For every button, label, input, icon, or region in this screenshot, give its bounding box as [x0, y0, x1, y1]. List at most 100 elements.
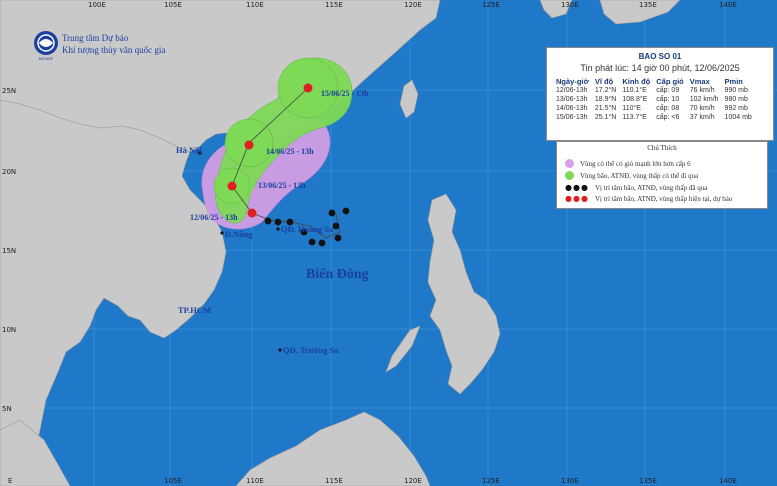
label-sea: Biển Đông — [306, 267, 369, 282]
table-cell: 21.5°N — [594, 105, 617, 112]
lon-tick: 115E — [325, 477, 343, 485]
past-low-icon — [334, 234, 342, 242]
label-forecast-13: 13/06/25 - 13h — [258, 181, 306, 190]
lon-tick: 115E — [325, 1, 343, 9]
green-dot-icon — [565, 171, 574, 180]
past-low-icon — [342, 207, 350, 215]
corner-tick: E — [8, 477, 12, 485]
table-cell: 110°E — [622, 105, 641, 112]
table-cell: 17.2°N — [594, 87, 617, 94]
agency-logo: NCHMF — [33, 30, 59, 61]
table-cell: 13/06-13h — [556, 96, 588, 103]
col-header: Cấp gió — [656, 77, 684, 86]
label-hoangsa: QĐ. Hoàng Sa — [281, 224, 334, 234]
forecast-table: Ngày-giờ Vĩ độ Kinh độ Cấp gió Vmax Pmin… — [553, 77, 755, 122]
label-truongsa: QĐ. Trường Sa — [283, 345, 339, 355]
past-storm-symbols-icon: ●●● — [565, 183, 589, 192]
bulletin-info-box: BAO SO 01 Tin phát lúc: 14 giờ 00 phút, … — [546, 47, 774, 141]
storm-map: Hà Nội Đ.Nẵng TP.HCM QĐ. Hoàng Sa QĐ. Tr… — [0, 0, 777, 486]
lon-tick: 100E — [88, 1, 106, 9]
legend-item-label: Vị trí tâm bão, ATNĐ, vùng thấp hiện tại… — [594, 194, 733, 203]
lat-tick: 10N — [2, 326, 16, 334]
table-cell: 14/06-13h — [556, 105, 588, 112]
agency-name-line1: Trung tâm Dự báo — [62, 33, 129, 43]
col-header: Ngày-giờ — [556, 77, 589, 86]
past-storm-icon — [264, 217, 272, 225]
lat-tick: 5N — [2, 405, 12, 413]
legend-item-past: ●●● Vị trí tâm bão, ATNĐ, vùng thấp đã q… — [565, 183, 707, 192]
legend-item-label: Vùng bão, ATNĐ, vùng thấp có thể đi qua — [580, 171, 699, 180]
label-forecast-12: 12/06/25 - 13h — [190, 213, 238, 222]
legend-title: Chú Thích — [647, 144, 677, 152]
table-cell: 12/06-13h — [556, 87, 588, 94]
table-cell: 70 km/h — [689, 105, 715, 112]
past-low-icon — [318, 239, 326, 247]
table-cell: 76 km/h — [689, 87, 715, 94]
table-cell: 18.9°N — [594, 96, 617, 103]
lon-tick: 125E — [482, 1, 500, 9]
lon-tick: 130E — [561, 477, 579, 485]
col-header: Vĩ độ — [594, 77, 614, 86]
past-low-icon — [332, 222, 340, 230]
col-header: Vmax — [689, 77, 710, 86]
lon-tick: 110E — [246, 1, 264, 9]
past-low-icon — [328, 209, 336, 217]
table-cell: 110.1°E — [622, 87, 647, 94]
danang-marker — [220, 231, 224, 235]
table-row: 13/06-13h 18.9°N 108.8°E cấp: 10 102 km/… — [553, 95, 755, 104]
forecast-storm-symbols-icon: ●●● — [565, 194, 589, 203]
table-cell: cấp: <6 — [656, 114, 680, 121]
hoangsa-marker — [276, 227, 280, 231]
lon-tick: 120E — [404, 477, 422, 485]
table-cell: 980 mb — [724, 96, 748, 103]
bulletin-issued-time: Tin phát lúc: 14 giờ 00 phút, 12/06/2025 — [580, 63, 740, 73]
forecast-low-icon-day4 — [303, 83, 313, 93]
label-hcm: TP.HCM — [178, 305, 211, 315]
lon-tick: 140E — [719, 1, 737, 9]
purple-dot-icon — [565, 159, 574, 168]
legend-item-label: Vị trí tâm bão, ATNĐ, vùng thấp đã qua — [594, 183, 708, 192]
col-header: Kinh độ — [622, 77, 651, 86]
table-cell: 1004 mb — [724, 114, 752, 121]
past-low-icon — [308, 238, 316, 246]
forecast-storm-icon-day3 — [244, 140, 254, 150]
lat-tick: 15N — [2, 247, 16, 255]
label-forecast-14: 14/06/25 - 13h — [266, 147, 314, 156]
map-legend: Chú Thích Vùng có thể có gió mạnh lớn hơ… — [556, 141, 768, 209]
lon-tick: 135E — [639, 1, 657, 9]
legend-item-wind-zone: Vùng có thể có gió mạnh lớn hơn cấp 6 — [565, 159, 691, 168]
lon-tick: 120E — [404, 1, 422, 9]
lat-tick: 25N — [2, 87, 16, 95]
bulletin-title: BAO SO 01 — [638, 52, 682, 61]
lon-tick: 105E — [164, 477, 182, 485]
table-row: 12/06-13h 17.2°N 110.1°E cấp: 09 76 km/h… — [553, 86, 755, 95]
table-cell: 113.7°E — [622, 114, 647, 121]
col-header: Pmin — [724, 77, 743, 86]
table-header-row: Ngày-giờ Vĩ độ Kinh độ Cấp gió Vmax Pmin — [553, 77, 755, 86]
table-cell: 15/06-13h — [556, 114, 588, 121]
table-cell: cấp: 10 — [656, 96, 680, 103]
lon-tick: 110E — [246, 477, 264, 485]
table-row: 15/06-13h 25.1°N 113.7°E cấp: <6 37 km/h… — [553, 113, 755, 122]
lon-tick: 135E — [639, 477, 657, 485]
legend-item-label: Vùng có thể có gió mạnh lớn hơn cấp 6 — [580, 159, 691, 168]
agency-name-line2: Khí tượng thủy văn quốc gia — [62, 45, 166, 55]
table-cell: 992 mb — [724, 105, 748, 112]
logo-text: NCHMF — [38, 56, 54, 61]
table-row: 14/06-13h 21.5°N 110°E cấp: 08 70 km/h 9… — [553, 104, 755, 113]
label-danang: Đ.Nẵng — [225, 229, 253, 239]
table-cell: 102 km/h — [689, 96, 719, 103]
table-cell: 37 km/h — [689, 114, 715, 121]
truongsa-marker — [278, 348, 282, 352]
label-forecast-15: 15/06/25 - 13h — [321, 89, 369, 98]
table-cell: 990 mb — [724, 87, 748, 94]
table-cell: 25.1°N — [594, 114, 617, 121]
current-storm-icon — [247, 208, 257, 218]
legend-item-forecast: ●●● Vị trí tâm bão, ATNĐ, vùng thấp hiện… — [565, 194, 732, 203]
table-cell: cấp: 08 — [656, 105, 680, 112]
table-cell: cấp: 09 — [656, 87, 680, 94]
lat-tick: 20N — [2, 168, 16, 176]
lon-tick: 125E — [482, 477, 500, 485]
legend-item-cone: Vùng bão, ATNĐ, vùng thấp có thể đi qua — [565, 171, 698, 180]
lon-tick: 105E — [164, 1, 182, 9]
